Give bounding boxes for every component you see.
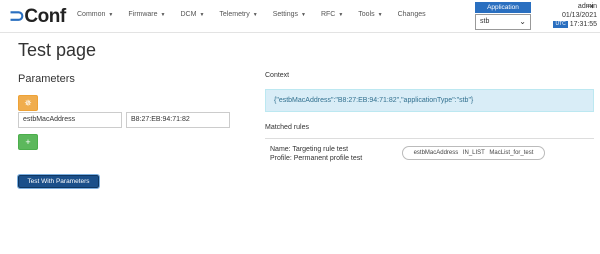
condition-operation: IN_LIST [462, 150, 485, 156]
nav-dcm-label: DCM [180, 11, 197, 18]
application-selected-value: stb [480, 18, 490, 25]
main-menu: Common ▼ Firmware ▼ DCM ▼ Telemetry ▼ Settin… [77, 11, 441, 18]
caret-down-icon: ▼ [160, 12, 166, 18]
rule-profile: Profile: Permanent profile test [270, 155, 363, 162]
nav-common[interactable]: Common ▼ [77, 11, 113, 18]
nav-rfc[interactable]: RFC ▼ [321, 11, 343, 18]
plus-button[interactable]: + [18, 134, 38, 150]
logo-text: Conf [24, 6, 66, 27]
nav-settings[interactable]: Settings ▼ [273, 11, 306, 18]
caret-down-icon: ▼ [108, 12, 114, 18]
caret-down-icon: ▼ [338, 12, 344, 18]
xconf-logo[interactable]: ⊃Conf [9, 5, 66, 28]
nav-telemetry[interactable]: Telemetry ▼ [219, 11, 257, 18]
current-time: 17:31:55 [569, 21, 597, 28]
context-json: {"estbMacAddress":"B8:27:EB:94:71:82","a… [265, 89, 594, 112]
caret-down-icon: ▼ [300, 12, 306, 18]
nav-rfc-label: RFC [320, 11, 336, 18]
context-title: Context [265, 72, 290, 79]
nav-tools-label: Tools [358, 11, 375, 18]
nav-telemetry-label: Telemetry [219, 11, 250, 18]
nav-changes-label: Changes [397, 11, 426, 18]
parameter-key-input[interactable]: estbMacAddress [18, 112, 122, 128]
caret-down-icon: ▼ [377, 12, 383, 18]
utc-badge: UTC [553, 21, 568, 28]
nav-common-label: Common [77, 11, 106, 18]
condition-key: estbMacAddress [413, 150, 459, 156]
divider [265, 138, 594, 139]
nav-settings-label: Settings [272, 11, 298, 18]
chevron-down-icon: ⌄ [519, 17, 526, 26]
top-navbar: ⊃Conf Common ▼ Firmware ▼ DCM ▼ Telemetry ▼ … [0, 0, 600, 33]
nav-firmware[interactable]: Firmware ▼ [128, 11, 165, 18]
caret-down-icon: ▼ [199, 12, 205, 18]
caret-down-icon: ▼ [252, 12, 258, 18]
page-title: Test page [18, 40, 97, 60]
nav-firmware-label: Firmware [128, 11, 158, 18]
application-select[interactable]: stb ⌄ [475, 14, 531, 30]
add-parameter-button[interactable]: ✵ [18, 95, 38, 111]
current-date: 01/13/2021 [561, 12, 597, 19]
nav-dcm[interactable]: DCM ▼ [180, 11, 204, 18]
rule-name: Name: Targeting rule test [270, 146, 349, 153]
application-label: Application [475, 2, 531, 13]
nav-tools[interactable]: Tools ▼ [358, 11, 382, 18]
logout-icon[interactable]: ⇥ [586, 1, 594, 12]
logo-bracket: ⊃ [9, 6, 25, 27]
matched-rule-info: Name: Targeting rule test Profile: Perma… [270, 145, 362, 163]
parameters-title: Parameters [18, 73, 75, 85]
matched-rules-title: Matched rules [265, 124, 309, 131]
condition-value: MacList_for_test [489, 150, 534, 156]
parameter-value-input[interactable]: B8:27:EB:94:71:82 [126, 112, 230, 128]
rule-condition: estbMacAddress IN_LIST MacList_for_test [402, 146, 545, 160]
nav-changes[interactable]: Changes [398, 11, 426, 18]
test-with-parameters-button[interactable]: Test With Parameters [17, 174, 100, 189]
